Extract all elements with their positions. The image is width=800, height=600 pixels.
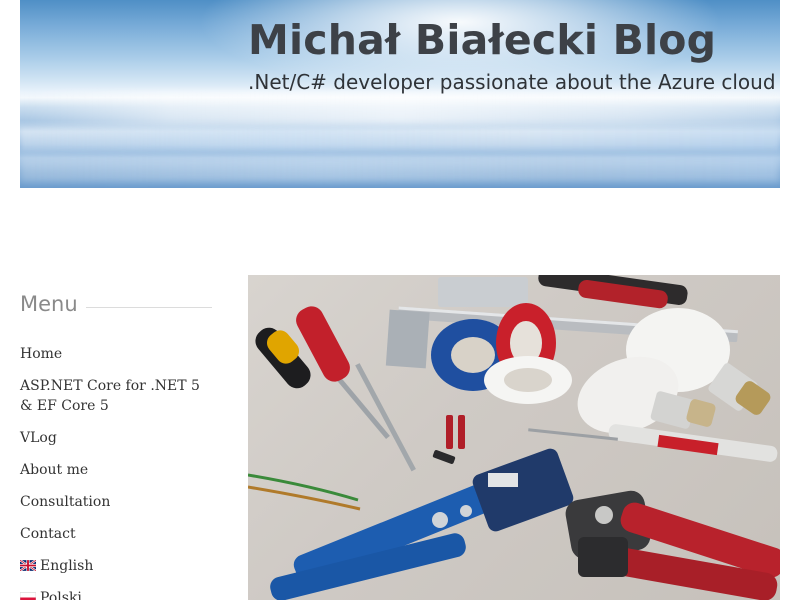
menu-item-consultation: Consultation bbox=[20, 492, 212, 512]
menu-item-home: Home bbox=[20, 344, 212, 364]
poland-flag-icon bbox=[20, 592, 36, 600]
cloud-layer bbox=[20, 156, 780, 182]
menu-link-about-me[interactable]: About me bbox=[20, 462, 88, 478]
cloud-layer bbox=[20, 128, 780, 150]
menu-link-contact[interactable]: Contact bbox=[20, 526, 76, 542]
menu-item-contact: Contact bbox=[20, 524, 212, 544]
featured-post-image[interactable] bbox=[248, 275, 780, 600]
menu-item-vlog: VLog bbox=[20, 428, 212, 448]
header-banner: Michał Białecki Blog .Net/C# developer p… bbox=[20, 0, 780, 188]
cloud-layer bbox=[20, 92, 780, 126]
menu-heading-wrap: Menu bbox=[20, 292, 212, 324]
menu-list: Home ASP.NET Core for .NET 5 & EF Core 5… bbox=[20, 344, 212, 600]
sidebar-menu: Menu Home ASP.NET Core for .NET 5 & EF C… bbox=[20, 292, 212, 600]
menu-link-polski[interactable]: Polski bbox=[40, 590, 82, 600]
tools-illustration bbox=[248, 275, 780, 600]
menu-link-vlog[interactable]: VLog bbox=[20, 430, 57, 446]
wire-icon bbox=[248, 473, 361, 511]
menu-item-about-me: About me bbox=[20, 460, 212, 480]
menu-link-consultation[interactable]: Consultation bbox=[20, 494, 110, 510]
menu-divider bbox=[82, 307, 212, 308]
menu-link-home[interactable]: Home bbox=[20, 346, 62, 362]
menu-item-aspnet-core: ASP.NET Core for .NET 5 & EF Core 5 bbox=[20, 376, 212, 416]
menu-item-polski: Polski bbox=[20, 588, 212, 600]
page: Michał Białecki Blog .Net/C# developer p… bbox=[0, 0, 800, 600]
uk-flag-icon bbox=[20, 560, 36, 571]
crimping-pliers-icon bbox=[565, 490, 780, 600]
site-tagline: .Net/C# developer passionate about the A… bbox=[248, 70, 776, 94]
ferrule-icon bbox=[432, 415, 465, 464]
menu-heading: Menu bbox=[20, 292, 86, 316]
site-title[interactable]: Michał Białecki Blog bbox=[248, 16, 716, 64]
wire-stripper-icon bbox=[270, 448, 574, 600]
menu-link-aspnet-core[interactable]: ASP.NET Core for .NET 5 & EF Core 5 bbox=[20, 378, 200, 414]
menu-item-english: English bbox=[20, 556, 212, 576]
menu-link-english[interactable]: English bbox=[40, 558, 93, 574]
voltage-tester-icon bbox=[528, 424, 778, 462]
pliers-icon bbox=[538, 275, 688, 309]
